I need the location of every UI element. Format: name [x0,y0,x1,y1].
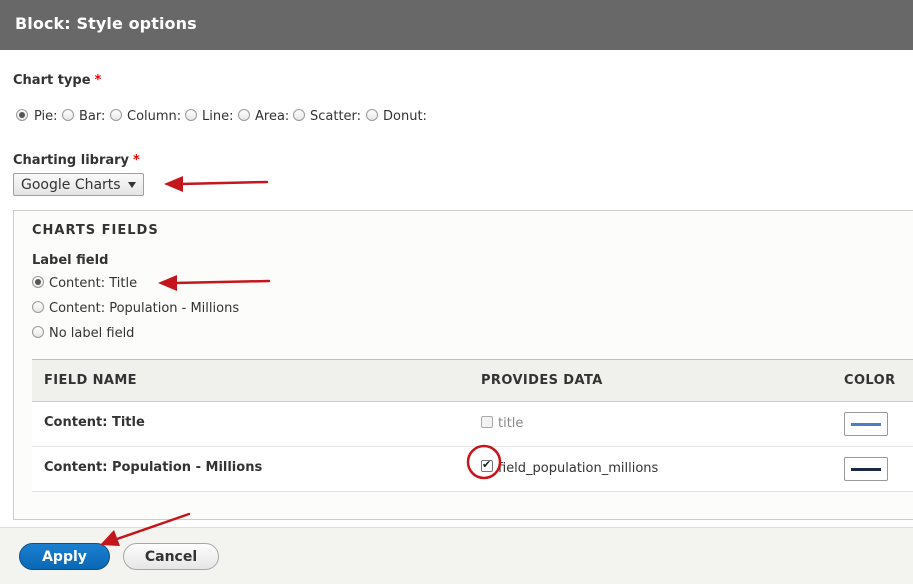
provides-data-label: field_population_millions [498,461,659,476]
chart-type-bar-radio[interactable] [62,109,74,121]
required-marker: * [133,153,140,168]
chart-type-label: Chart type * [13,73,102,88]
chart-type-line-radio[interactable] [185,109,197,121]
color-swatch [851,423,881,426]
header-color: COLOR [844,373,896,388]
label-field-title-label[interactable]: Content: Title [49,276,137,291]
label-field-population-label[interactable]: Content: Population - Millions [49,301,239,316]
charts-fields-table: FIELD NAME PROVIDES DATA COLOR Content: … [32,359,913,492]
annotation-arrow-icon [164,176,269,192]
chart-type-pie-label[interactable]: Pie: [34,109,58,124]
chart-type-scatter-label[interactable]: Scatter: [310,109,361,124]
required-marker: * [94,73,102,88]
chart-type-area-label[interactable]: Area: [255,109,289,124]
field-name-cell: Content: Population - Millions [44,460,263,475]
charts-fields-legend: CHARTS FIELDS [32,223,159,238]
label-field-label: Label field [32,253,109,268]
chart-type-column-radio[interactable] [110,109,122,121]
chart-type-donut-label[interactable]: Donut: [383,109,427,124]
chart-type-scatter-radio[interactable] [293,109,305,121]
table-header: FIELD NAME PROVIDES DATA COLOR [32,360,913,402]
chart-type-line-label[interactable]: Line: [202,109,233,124]
header-field-name: FIELD NAME [44,373,137,388]
label-field-population-radio[interactable] [32,301,44,313]
dialog-title: Block: Style options [0,0,913,50]
chart-type-area-radio[interactable] [238,109,250,121]
table-row: Content: Title title [32,402,913,447]
apply-button[interactable]: Apply [19,543,110,570]
label-field-none-label[interactable]: No label field [49,326,134,341]
table-row: Content: Population - Millions field_pop… [32,447,913,492]
chart-type-pie-radio[interactable] [16,109,28,121]
label-field-none-radio[interactable] [32,326,44,338]
provides-data-checkbox[interactable] [481,416,493,428]
color-picker[interactable] [844,457,888,481]
charting-library-select[interactable]: Google Charts [13,173,144,196]
chevron-down-icon [128,182,136,188]
charting-library-value: Google Charts [21,177,121,193]
chart-type-column-label[interactable]: Column: [127,109,181,124]
label-field-title-radio[interactable] [32,276,44,288]
field-name-cell: Content: Title [44,415,145,430]
provides-data-checkbox[interactable] [481,458,493,472]
charting-library-label: Charting library * [13,153,140,168]
header-provides-data: PROVIDES DATA [481,373,603,388]
color-swatch [851,468,881,471]
provides-data-label: title [498,416,524,431]
cancel-button[interactable]: Cancel [123,543,219,570]
chart-type-bar-label[interactable]: Bar: [79,109,105,124]
color-picker[interactable] [844,412,888,436]
chart-type-donut-radio[interactable] [366,109,378,121]
